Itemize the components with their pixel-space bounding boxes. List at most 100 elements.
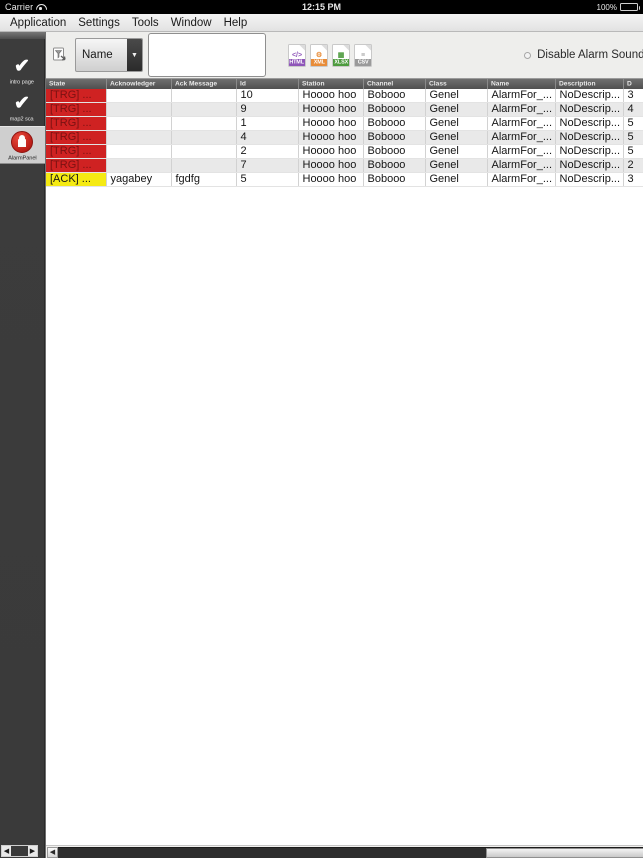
column-header-description[interactable]: Description	[555, 79, 624, 89]
menu-item-tools[interactable]: Tools	[126, 16, 165, 30]
sidebar-item-label: intro page	[9, 78, 35, 85]
menu-item-settings[interactable]: Settings	[72, 16, 126, 30]
sidebar-item-map2-sca[interactable]: ✔ map2 sca	[1, 89, 44, 124]
cell-channel: Bobooo	[363, 89, 426, 103]
cell-name: AlarmFor_...	[487, 116, 556, 131]
cell-ack_message	[171, 158, 237, 173]
cell-state: [TRG] ...	[46, 116, 107, 131]
disable-alarm-sound-toggle[interactable]: Disable Alarm Sound	[524, 49, 643, 61]
alarm-bell-icon	[11, 131, 33, 153]
cell-ack_message	[171, 130, 237, 145]
cell-id: 2	[236, 144, 299, 159]
filter-funnel-icon[interactable]	[52, 47, 69, 64]
alarm-table-header: State Acknowledger Ack Message Id Station Cha…	[46, 79, 643, 89]
table-row[interactable]: [TRG] ... 1 Hoooo hoo Bobooo Genel AlarmFor_.…	[46, 116, 643, 131]
column-header-label: Station	[301, 80, 325, 88]
menu-item-application[interactable]: Application	[4, 16, 72, 30]
cell-ack_message: fgdfg	[171, 172, 237, 187]
disable-alarm-sound-label: Disable Alarm Sound	[537, 49, 643, 61]
search-input[interactable]	[148, 33, 266, 77]
cell-date: 2	[623, 158, 643, 173]
export-button-group: </> HTML ⚙ XML ▦ XLSX ≡ CSV	[288, 43, 372, 67]
cell-station: Hoooo hoo	[298, 144, 364, 159]
export-xml-button[interactable]: ⚙ XML	[310, 43, 328, 67]
sidebar-horizontal-scrollbar[interactable]: ◀ ▶	[1, 845, 38, 857]
scroll-left-arrow-icon[interactable]: ◀	[47, 846, 58, 858]
column-header-channel[interactable]: Channel	[363, 79, 426, 89]
cell-name: AlarmFor_...	[487, 172, 556, 187]
filter-field-selected-value: Name	[82, 49, 113, 61]
cell-class: Genel	[425, 116, 488, 131]
column-header-station[interactable]: Station	[298, 79, 364, 89]
cell-class: Genel	[425, 144, 488, 159]
export-html-button[interactable]: </> HTML	[288, 43, 306, 67]
main-area: ✔ intro page ✔ map2 sca AlarmPanel ◀ ▶ N…	[0, 32, 643, 858]
table-row[interactable]: [TRG] ... 10 Hoooo hoo Bobooo Genel AlarmFor_…	[46, 89, 643, 103]
sidebar-item-alarmpanel[interactable]: AlarmPanel	[0, 126, 45, 164]
cell-state: [TRG] ...	[46, 144, 107, 159]
cell-channel: Bobooo	[363, 116, 426, 131]
cell-channel: Bobooo	[363, 102, 426, 117]
scrollbar-thumb[interactable]	[486, 847, 643, 858]
table-horizontal-scrollbar[interactable]: ◀ ▶	[46, 845, 643, 858]
column-header-ack_message[interactable]: Ack Message	[171, 79, 237, 89]
ios-status-bar: Carrier 12:15 PM 100%	[0, 0, 643, 14]
table-row[interactable]: [TRG] ... 9 Hoooo hoo Bobooo Genel AlarmFor_.…	[46, 102, 643, 117]
table-row[interactable]: [TRG] ... 7 Hoooo hoo Bobooo Genel AlarmFor_.…	[46, 158, 643, 173]
sidebar-item-label: map2 sca	[10, 115, 34, 122]
menu-item-window[interactable]: Window	[165, 16, 218, 30]
sidebar-top-strip	[0, 32, 45, 39]
content-panel: Name ▼ </> HTML ⚙ XML ▦ XLSX ≡ CSV Disab…	[45, 32, 643, 858]
cell-name: AlarmFor_...	[487, 102, 556, 117]
cell-station: Hoooo hoo	[298, 89, 364, 103]
column-header-name[interactable]: Name	[487, 79, 556, 89]
cell-station: Hoooo hoo	[298, 116, 364, 131]
cell-channel: Bobooo	[363, 130, 426, 145]
cell-date: 3	[623, 172, 643, 187]
checkmark-icon: ✔	[14, 93, 30, 114]
menu-item-help[interactable]: Help	[218, 16, 254, 30]
battery-icon	[620, 3, 640, 11]
status-bar-clock: 12:15 PM	[301, 2, 342, 12]
cell-class: Genel	[425, 130, 488, 145]
column-header-label: Id	[239, 80, 246, 88]
scroll-right-arrow-icon[interactable]: ▶	[28, 846, 37, 856]
cell-id: 10	[236, 89, 299, 103]
table-row[interactable]: [TRG] ... 4 Hoooo hoo Bobooo Genel AlarmFor_.…	[46, 130, 643, 145]
column-header-date[interactable]: D	[623, 79, 643, 89]
filter-field-dropdown[interactable]: Name ▼	[75, 38, 143, 72]
cell-class: Genel	[425, 89, 488, 103]
cell-date: 5	[623, 130, 643, 145]
column-header-label: Name	[490, 80, 509, 88]
radio-button-icon[interactable]	[524, 51, 532, 59]
cell-date: 5	[623, 144, 643, 159]
sidebar-item-intro-page[interactable]: ✔ intro page	[1, 52, 44, 87]
column-header-class[interactable]: Class	[425, 79, 488, 89]
table-row[interactable]: [TRG] ... 2 Hoooo hoo Bobooo Genel AlarmFor_.…	[46, 144, 643, 159]
cell-class: Genel	[425, 172, 488, 187]
export-csv-button[interactable]: ≡ CSV	[354, 43, 372, 67]
alarm-table-body: [TRG] ... 10 Hoooo hoo Bobooo Genel AlarmFor_…	[46, 89, 643, 187]
cell-description: NoDescrip...	[555, 144, 624, 159]
chevron-down-icon[interactable]: ▼	[127, 39, 142, 71]
cell-class: Genel	[425, 102, 488, 117]
cell-name: AlarmFor_...	[487, 89, 556, 103]
cell-description: NoDescrip...	[555, 130, 624, 145]
scroll-left-arrow-icon[interactable]: ◀	[2, 846, 11, 856]
column-header-acknowledger[interactable]: Acknowledger	[106, 79, 172, 89]
column-header-id[interactable]: Id	[236, 79, 299, 89]
export-xml-label: XML	[313, 58, 325, 65]
table-row[interactable]: [ACK] ... yagabey fgdfg 5 Hoooo hoo Bobooo Gen…	[46, 172, 643, 187]
scrollbar-track[interactable]	[58, 846, 643, 858]
column-header-label: Description	[558, 80, 596, 88]
cell-acknowledger	[106, 89, 172, 103]
column-header-state[interactable]: State	[46, 79, 107, 89]
cell-description: NoDescrip...	[555, 158, 624, 173]
cell-ack_message	[171, 116, 237, 131]
cell-ack_message	[171, 102, 237, 117]
sidebar: ✔ intro page ✔ map2 sca AlarmPanel ◀ ▶	[0, 32, 45, 858]
cell-channel: Bobooo	[363, 144, 426, 159]
export-xlsx-button[interactable]: ▦ XLSX	[332, 43, 350, 67]
sidebar-item-label: AlarmPanel	[7, 154, 37, 161]
sidebar-scrollbar-thumb[interactable]	[11, 846, 28, 856]
